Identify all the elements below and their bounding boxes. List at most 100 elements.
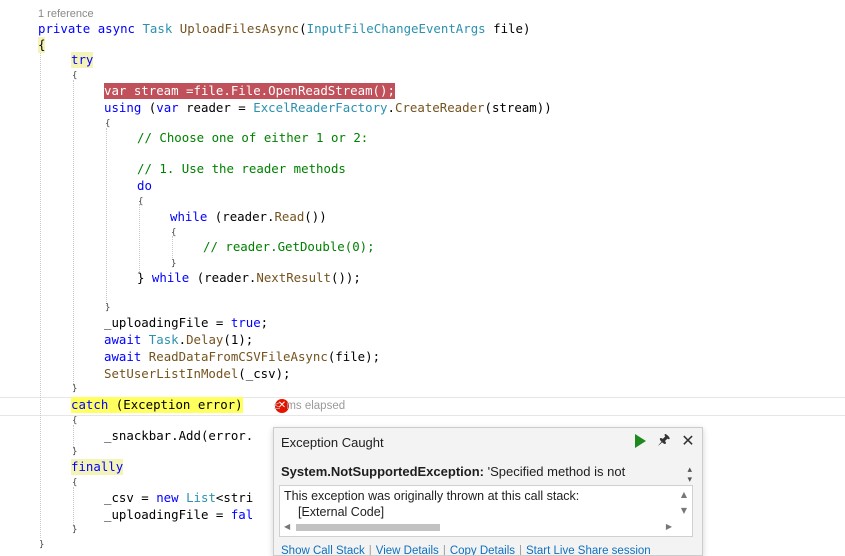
using-statement: using (var reader = ExcelReaderFactory.C…	[104, 100, 552, 116]
indent-guide	[139, 204, 140, 274]
do-keyword: do	[137, 178, 152, 193]
method-name: UploadFilesAsync	[179, 21, 300, 36]
brace: {	[72, 416, 78, 426]
uploading-false-line: _uploadingFile = fal	[104, 507, 253, 523]
punctuation: .	[178, 332, 187, 347]
brace: {	[72, 478, 78, 488]
brace: {	[138, 197, 144, 207]
indent-guide	[40, 50, 41, 538]
brace: }	[72, 525, 78, 535]
method-name: SetUserListInModel	[104, 366, 239, 381]
code-text: _uploadingFile =	[104, 315, 231, 330]
popup-title: Exception Caught	[281, 435, 384, 450]
popup-toolbar: 🖈 ✕	[632, 432, 696, 450]
call-stack-box[interactable]: This exception was originally thrown at …	[279, 485, 693, 537]
brace: }	[72, 384, 78, 394]
close-icon: ✕	[681, 431, 695, 450]
separator: |	[519, 545, 523, 556]
keyword: fal	[230, 507, 254, 522]
perf-tip[interactable]: ≤ ms elapsed	[274, 398, 345, 414]
code-text: (file);	[327, 349, 381, 364]
method-name: ReadDataFromCSVFileAsync	[141, 349, 328, 364]
keyword: async	[97, 21, 135, 36]
code-text: (stream))	[484, 100, 552, 115]
catch-line-highlight: catch (Exception error)	[71, 397, 243, 413]
method-name: Read	[274, 209, 305, 224]
method-name: NextResult	[256, 270, 331, 285]
scroll-right-icon[interactable]: ▶	[666, 522, 672, 531]
code-text: ())	[304, 209, 327, 224]
method-name: CreateReader	[394, 100, 485, 115]
code-text: (_csv);	[238, 366, 291, 381]
keyword: await	[104, 332, 142, 347]
punctuation: .	[387, 100, 395, 115]
call-stack-item[interactable]: [External Code]	[298, 505, 384, 519]
copy-details-link[interactable]: Copy Details	[450, 545, 515, 555]
code-text: _csv =	[104, 490, 157, 505]
do-while-condition: } while (reader.NextResult());	[137, 270, 361, 286]
type-name: Task	[142, 21, 173, 36]
comment: // Choose one of either 1 or 2:	[137, 130, 369, 145]
separator: |	[368, 545, 372, 556]
scroll-down-icon[interactable]: ▼	[681, 506, 687, 515]
punctuation: (	[141, 100, 157, 115]
code-text: (1);	[223, 332, 254, 347]
keyword: new	[156, 490, 179, 505]
keyword: var	[156, 100, 179, 115]
setuser-line: SetUserListInModel(_csv);	[104, 366, 291, 382]
horizontal-scrollbar[interactable]: ◀ ▶	[284, 522, 672, 531]
brace: {	[105, 119, 111, 129]
scroll-left-icon[interactable]: ◀	[284, 522, 290, 531]
scroll-up-icon[interactable]: ▲	[681, 490, 687, 499]
while-read: while (reader.Read())	[170, 209, 327, 225]
comment: // reader.GetDouble(0);	[203, 239, 375, 254]
exception-popup[interactable]: Exception Caught 🖈 ✕ System.NotSupported…	[273, 427, 703, 556]
play-icon	[634, 434, 646, 448]
punctuation: ;	[260, 315, 269, 330]
code-text: ());	[330, 270, 361, 285]
snackbar-line: _snackbar.Add(error.	[104, 428, 254, 443]
continue-button[interactable]	[632, 432, 648, 450]
show-call-stack-link[interactable]: Show Call Stack	[281, 545, 365, 555]
code-text: reader =	[178, 100, 254, 115]
type-name: Task	[141, 332, 179, 347]
indent-guide	[106, 128, 107, 306]
scrollbar-thumb[interactable]	[296, 524, 440, 531]
keyword: true	[230, 315, 261, 330]
exception-summary: System.NotSupportedException: 'Specified…	[281, 464, 625, 479]
summary-scroll-icon[interactable]: ▴ ▾	[687, 465, 692, 485]
exception-type: System.NotSupportedException:	[281, 464, 484, 479]
uploading-true-line: _uploadingFile = true;	[104, 315, 268, 331]
code-text: <stri	[215, 490, 254, 505]
type-name: List	[178, 490, 216, 505]
separator: |	[442, 545, 446, 556]
param: file)	[485, 21, 531, 36]
await-readcsv-line: await ReadDataFromCSVFileAsync(file);	[104, 349, 380, 365]
exception-message: 'Specified method is not	[483, 464, 626, 479]
brace: }	[105, 303, 111, 313]
live-share-link[interactable]: Start Live Share session	[526, 545, 651, 555]
exception-line-highlight: var stream =file.File.OpenReadStream();	[104, 83, 395, 99]
indent-guide	[73, 487, 74, 527]
close-button[interactable]: ✕	[680, 432, 696, 450]
keyword: await	[104, 349, 142, 364]
type-name: InputFileChangeEventArgs	[306, 21, 486, 36]
keyword: catch	[71, 397, 109, 412]
code-text: (reader.	[207, 209, 275, 224]
keyword: using	[104, 100, 142, 115]
view-details-link[interactable]: View Details	[376, 545, 439, 555]
brace: }	[39, 540, 45, 550]
punctuation: (	[299, 21, 307, 36]
method-open-brace: {	[38, 37, 46, 53]
type-name: ExcelReaderFactory	[253, 100, 388, 115]
finally-keyword: finally	[71, 459, 124, 475]
await-delay-line: await Task.Delay(1);	[104, 332, 253, 348]
brace: {	[171, 228, 177, 238]
keyword: private	[38, 21, 91, 36]
try-keyword: try	[71, 52, 94, 68]
code-text: (reader.	[189, 270, 257, 285]
call-stack-header: This exception was originally thrown at …	[284, 489, 580, 503]
pin-button[interactable]: 🖈	[656, 432, 672, 450]
codelens-references[interactable]: 1 reference	[38, 6, 94, 22]
method-name: Delay	[186, 332, 224, 347]
